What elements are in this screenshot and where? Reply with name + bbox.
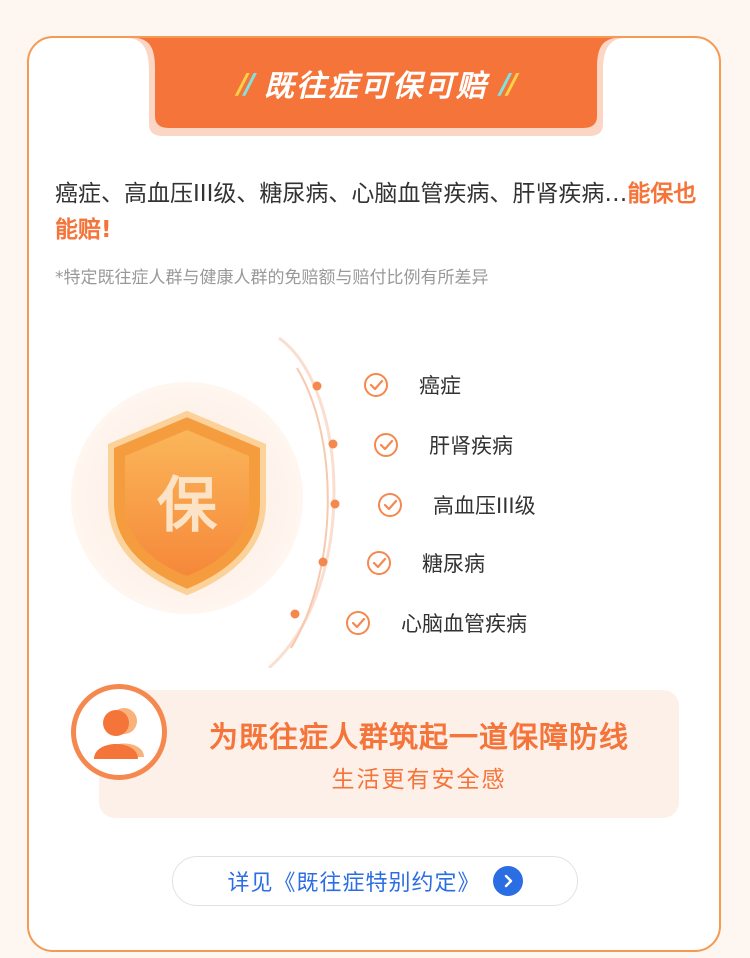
arc-dot bbox=[330, 499, 340, 509]
header-tab: // 既往症可保可赔 // bbox=[129, 38, 623, 136]
arc-dot bbox=[312, 381, 322, 391]
chevron-right-icon bbox=[492, 866, 523, 896]
check-circle-icon bbox=[346, 611, 370, 635]
condition-item: 高血压III级 bbox=[377, 488, 536, 522]
check-circle-icon bbox=[378, 493, 402, 517]
check-circle-icon bbox=[367, 551, 391, 575]
intro-conditions-text: 癌症、高血压III级、糖尿病、心脑血管疾病、肝肾疾病… bbox=[55, 181, 628, 207]
check-circle-icon bbox=[364, 373, 388, 397]
arc-dot bbox=[318, 557, 328, 567]
condition-item: 心脑血管疾病 bbox=[345, 606, 527, 640]
intro-note: *特定既往症人群与健康人群的免赔额与赔付比例有所差异 bbox=[55, 268, 489, 288]
condition-label: 肝肾疾病 bbox=[429, 434, 513, 458]
special-terms-label: 详见《既往症特别约定》 bbox=[227, 871, 481, 896]
avatar bbox=[71, 684, 167, 780]
special-terms-link[interactable]: 详见《既往症特别约定》 bbox=[172, 856, 578, 906]
decor-slash-left: // bbox=[237, 66, 256, 100]
banner-subtitle: 生活更有安全感 bbox=[331, 767, 507, 793]
condition-label: 高血压III级 bbox=[433, 494, 536, 518]
header-title: 既往症可保可赔 bbox=[264, 69, 488, 104]
condition-label: 心脑血管疾病 bbox=[401, 612, 527, 636]
shield-char: 保 bbox=[157, 471, 218, 541]
shield-badge: 保 bbox=[67, 378, 307, 618]
intro-text: 癌症、高血压III级、糖尿病、心脑血管疾病、肝肾疾病…能保也能赔! bbox=[55, 176, 705, 248]
condition-label: 糖尿病 bbox=[422, 552, 485, 576]
condition-label: 癌症 bbox=[419, 374, 461, 398]
condition-item: 糖尿病 bbox=[366, 546, 485, 580]
check-circle-icon bbox=[374, 433, 398, 457]
decor-slash-right: // bbox=[500, 66, 518, 100]
banner-title: 为既往症人群筑起一道保障防线 bbox=[208, 720, 629, 754]
user-group-icon bbox=[94, 708, 144, 759]
arc-dot bbox=[328, 439, 338, 449]
condition-item: 肝肾疾病 bbox=[373, 428, 513, 462]
condition-item: 癌症 bbox=[363, 368, 461, 402]
info-card: // 既往症可保可赔 // 癌症、高血压III级、糖尿病、心脑血管疾病、肝肾疾病… bbox=[27, 36, 721, 952]
